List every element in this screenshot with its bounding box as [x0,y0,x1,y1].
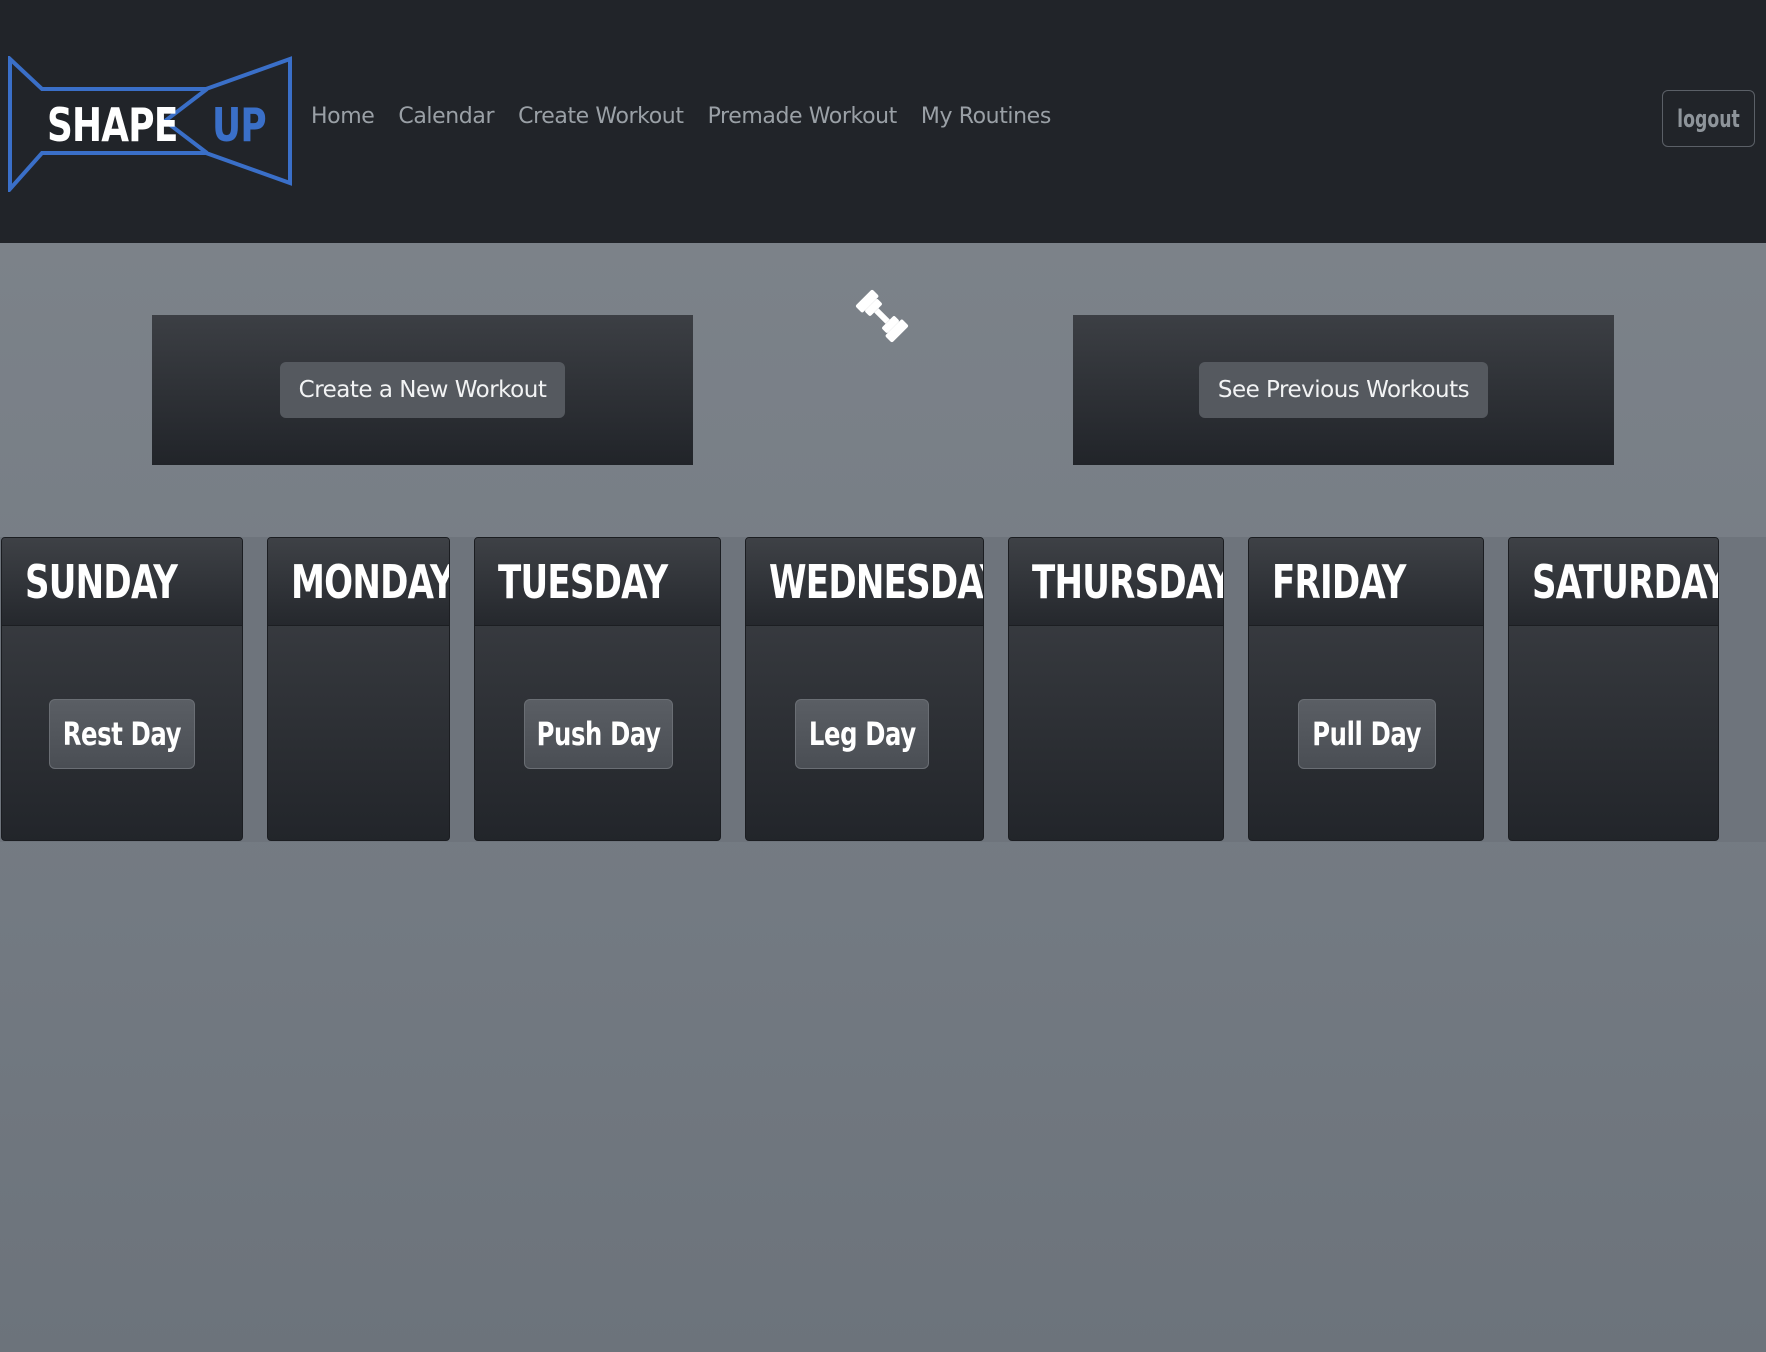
workout-button-leg-day[interactable]: Leg Day [795,699,929,769]
previous-workouts-panel: See Previous Workouts [1073,315,1614,465]
day-header: FRIDAY [1249,538,1483,626]
nav-my-routines[interactable]: My Routines [921,104,1051,129]
nav-create-workout[interactable]: Create Workout [518,104,684,129]
day-card-friday: FRIDAY Pull Day [1248,537,1484,841]
workout-label: Rest Day [62,715,182,753]
day-header: TUESDAY [475,538,720,626]
day-body [268,626,449,840]
logout-button[interactable]: logout [1662,90,1755,147]
shape-up-logo[interactable]: SHAPE UP [7,56,293,192]
day-body [1509,626,1718,840]
day-body: Rest Day [2,626,242,840]
workout-button-rest-day[interactable]: Rest Day [49,699,195,769]
workout-button-pull-day[interactable]: Pull Day [1298,699,1436,769]
day-body: Pull Day [1249,626,1483,840]
day-name: SATURDAY [1532,554,1719,609]
workout-label: Pull Day [1312,715,1422,753]
day-card-saturday: SATURDAY [1508,537,1719,841]
day-name: TUESDAY [498,554,668,609]
day-header: MONDAY [268,538,449,626]
workout-label: Push Day [536,715,661,753]
day-body: Push Day [475,626,720,840]
day-body [1009,626,1223,840]
workout-button-push-day[interactable]: Push Day [524,699,673,769]
create-workout-panel: Create a New Workout [152,315,693,465]
top-navbar: SHAPE UP Home Calendar Create Workout Pr… [0,0,1766,243]
nav-premade-workout[interactable]: Premade Workout [708,104,898,129]
day-name: SUNDAY [25,554,178,609]
day-card-tuesday: TUESDAY Push Day [474,537,721,841]
day-body: Leg Day [746,626,983,840]
day-name: FRIDAY [1272,554,1406,609]
day-name: MONDAY [291,554,450,609]
nav-home[interactable]: Home [311,104,375,129]
day-card-monday: MONDAY [267,537,450,841]
create-new-workout-button[interactable]: Create a New Workout [279,362,566,418]
nav-calendar[interactable]: Calendar [398,104,494,129]
day-header: THURSDAY [1009,538,1223,626]
day-card-wednesday: WEDNESDAY Leg Day [745,537,984,841]
day-card-sunday: SUNDAY Rest Day [1,537,243,841]
dumbbell-icon [852,286,912,346]
day-card-thursday: THURSDAY [1008,537,1224,841]
logo-word-up: UP [212,98,267,152]
day-header: SATURDAY [1509,538,1718,626]
day-name: WEDNESDAY [769,554,984,609]
main-nav: Home Calendar Create Workout Premade Wor… [311,104,1075,129]
workout-label: Leg Day [808,715,916,753]
day-name: THURSDAY [1032,554,1224,609]
logo-word-shape: SHAPE [47,98,178,152]
see-previous-workouts-button[interactable]: See Previous Workouts [1198,362,1489,418]
day-header: WEDNESDAY [746,538,983,626]
logout-label: logout [1677,104,1740,133]
day-header: SUNDAY [2,538,242,626]
